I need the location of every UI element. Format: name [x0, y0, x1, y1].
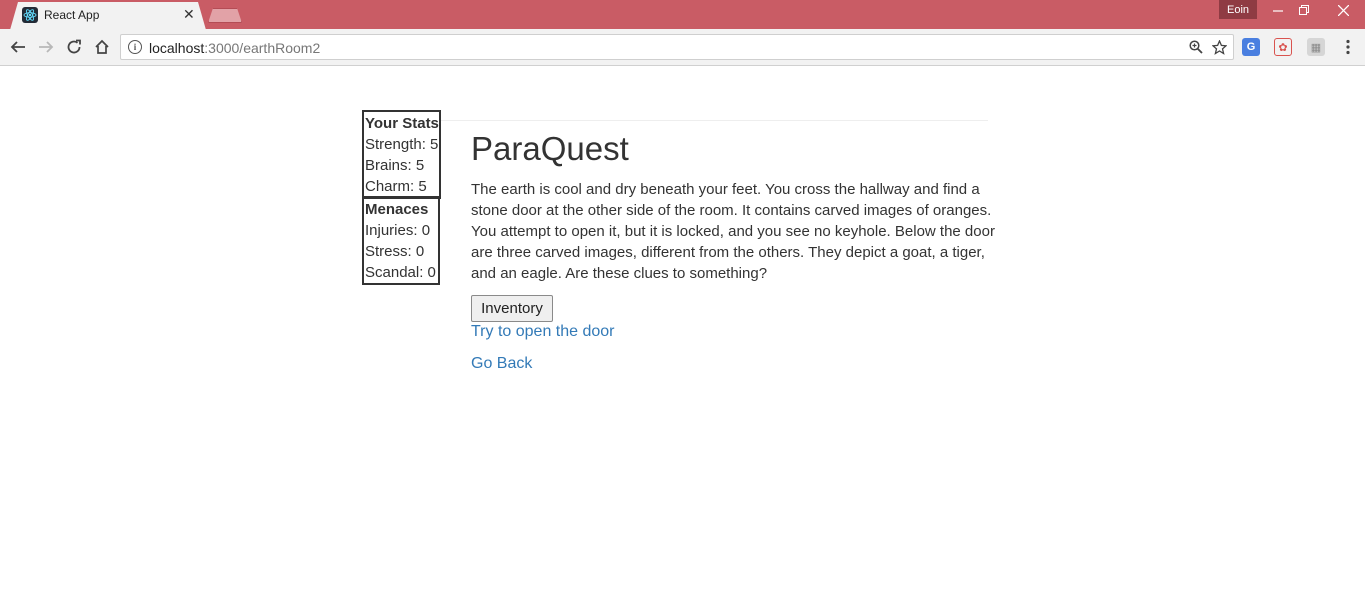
extension-icon[interactable]: ✿: [1274, 38, 1292, 56]
stat-strength: Strength: 5: [365, 136, 439, 153]
forward-arrow-icon[interactable]: [36, 37, 56, 57]
translate-extension-icon[interactable]: G: [1242, 38, 1260, 56]
menaces-heading: Menaces: [365, 201, 429, 218]
bookmark-star-icon[interactable]: [1211, 39, 1227, 55]
go-back-link[interactable]: Go Back: [471, 355, 532, 373]
reload-icon[interactable]: [64, 37, 84, 57]
inventory-button[interactable]: Inventory: [471, 295, 553, 322]
zoom-icon[interactable]: [1188, 39, 1204, 55]
menaces-panel: Menaces Injuries: 0 Stress: 0 Scandal: 0: [362, 196, 440, 285]
new-tab-button[interactable]: [208, 8, 242, 23]
tab-close-icon[interactable]: ✕: [183, 6, 195, 22]
menace-scandal: Scandal: 0: [365, 264, 436, 281]
url-text[interactable]: localhost:3000/earthRoom2: [149, 40, 320, 56]
browser-toolbar: i localhost:3000/earthRoom2 G ✿ ▦: [0, 29, 1365, 66]
restore-icon[interactable]: [1291, 0, 1317, 20]
home-icon[interactable]: [92, 37, 112, 57]
react-logo-icon: [22, 7, 38, 23]
browser-tab[interactable]: [10, 2, 206, 30]
stats-panel: Your Stats Strength: 5 Brains: 5 Charm: …: [362, 110, 441, 199]
extension-grey-icon[interactable]: ▦: [1307, 38, 1325, 56]
back-arrow-icon[interactable]: [8, 37, 28, 57]
stat-charm: Charm: 5: [365, 178, 427, 195]
address-bar[interactable]: i localhost:3000/earthRoom2: [120, 34, 1234, 60]
info-icon[interactable]: i: [128, 40, 142, 54]
open-door-link[interactable]: Try to open the door: [471, 323, 615, 341]
stats-heading: Your Stats: [365, 115, 439, 132]
divider: [441, 120, 988, 121]
minimize-icon[interactable]: [1265, 0, 1291, 20]
story-text: The earth is cool and dry beneath your f…: [471, 181, 995, 282]
browser-titlebar: React App ✕ Eoin: [0, 0, 1365, 30]
stat-brains: Brains: 5: [365, 157, 425, 174]
close-window-icon[interactable]: [1328, 0, 1358, 20]
page-title: ParaQuest: [471, 130, 629, 167]
menace-stress: Stress: 0: [365, 243, 425, 260]
profile-button[interactable]: Eoin: [1219, 0, 1257, 19]
tab-title: React App: [44, 8, 100, 22]
page-content: Your Stats Strength: 5 Brains: 5 Charm: …: [0, 67, 1365, 613]
menace-injuries: Injuries: 0: [365, 222, 431, 239]
kebab-menu-icon[interactable]: [1338, 37, 1358, 57]
